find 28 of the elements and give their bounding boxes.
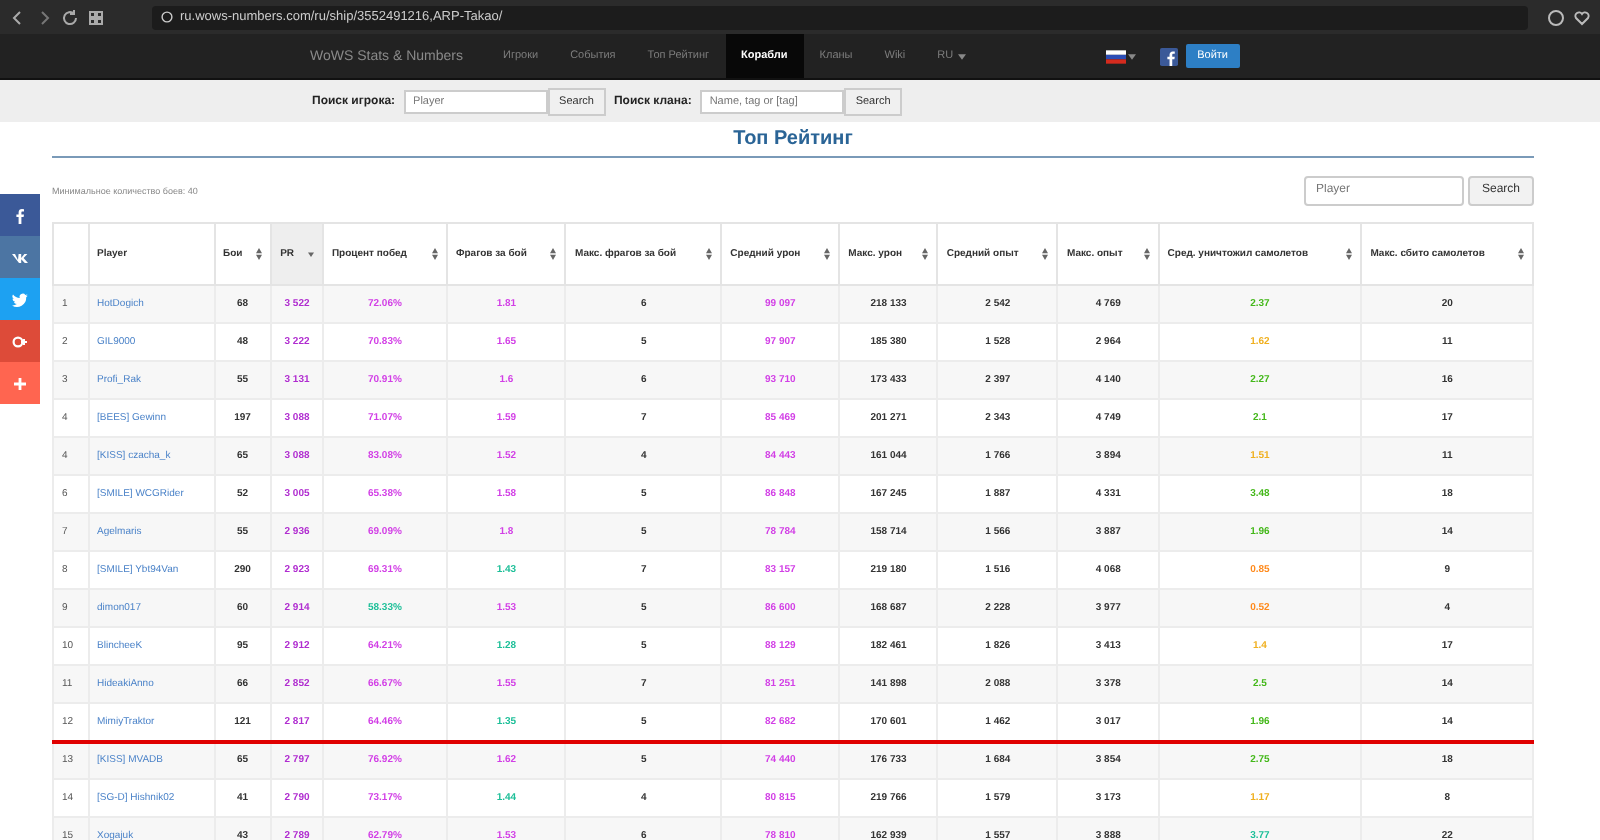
plus-icon xyxy=(10,373,30,393)
share-button[interactable] xyxy=(0,278,40,320)
caret-icon xyxy=(1127,53,1136,59)
facebook-icon[interactable] xyxy=(1159,47,1178,65)
share-button[interactable] xyxy=(0,236,40,278)
facebook-icon xyxy=(10,205,30,225)
sort-icon[interactable] xyxy=(1042,248,1049,260)
flag-icon[interactable] xyxy=(1105,49,1126,63)
sort-icon[interactable] xyxy=(1346,248,1353,260)
sort-icon[interactable] xyxy=(307,248,314,260)
sort-icon[interactable] xyxy=(256,248,263,260)
share-button[interactable] xyxy=(0,194,40,236)
twitter-icon xyxy=(10,289,30,309)
sort-icon[interactable] xyxy=(1518,248,1524,260)
sort-icon[interactable] xyxy=(550,248,557,260)
page-title: Топ Рейтинг xyxy=(52,122,1534,158)
sort-icon[interactable] xyxy=(824,248,831,260)
heart-icon[interactable] xyxy=(1572,7,1592,27)
caret-icon xyxy=(957,53,966,59)
sort-icon[interactable] xyxy=(1143,248,1150,260)
sort-icon[interactable] xyxy=(922,248,929,260)
google-plus-icon xyxy=(10,331,30,351)
sort-icon[interactable] xyxy=(431,248,438,260)
sort-icon[interactable] xyxy=(706,248,713,260)
reload-icon[interactable] xyxy=(60,7,80,27)
grid-icon[interactable] xyxy=(86,7,106,27)
share-button[interactable] xyxy=(0,320,40,362)
share-button[interactable] xyxy=(0,362,40,404)
